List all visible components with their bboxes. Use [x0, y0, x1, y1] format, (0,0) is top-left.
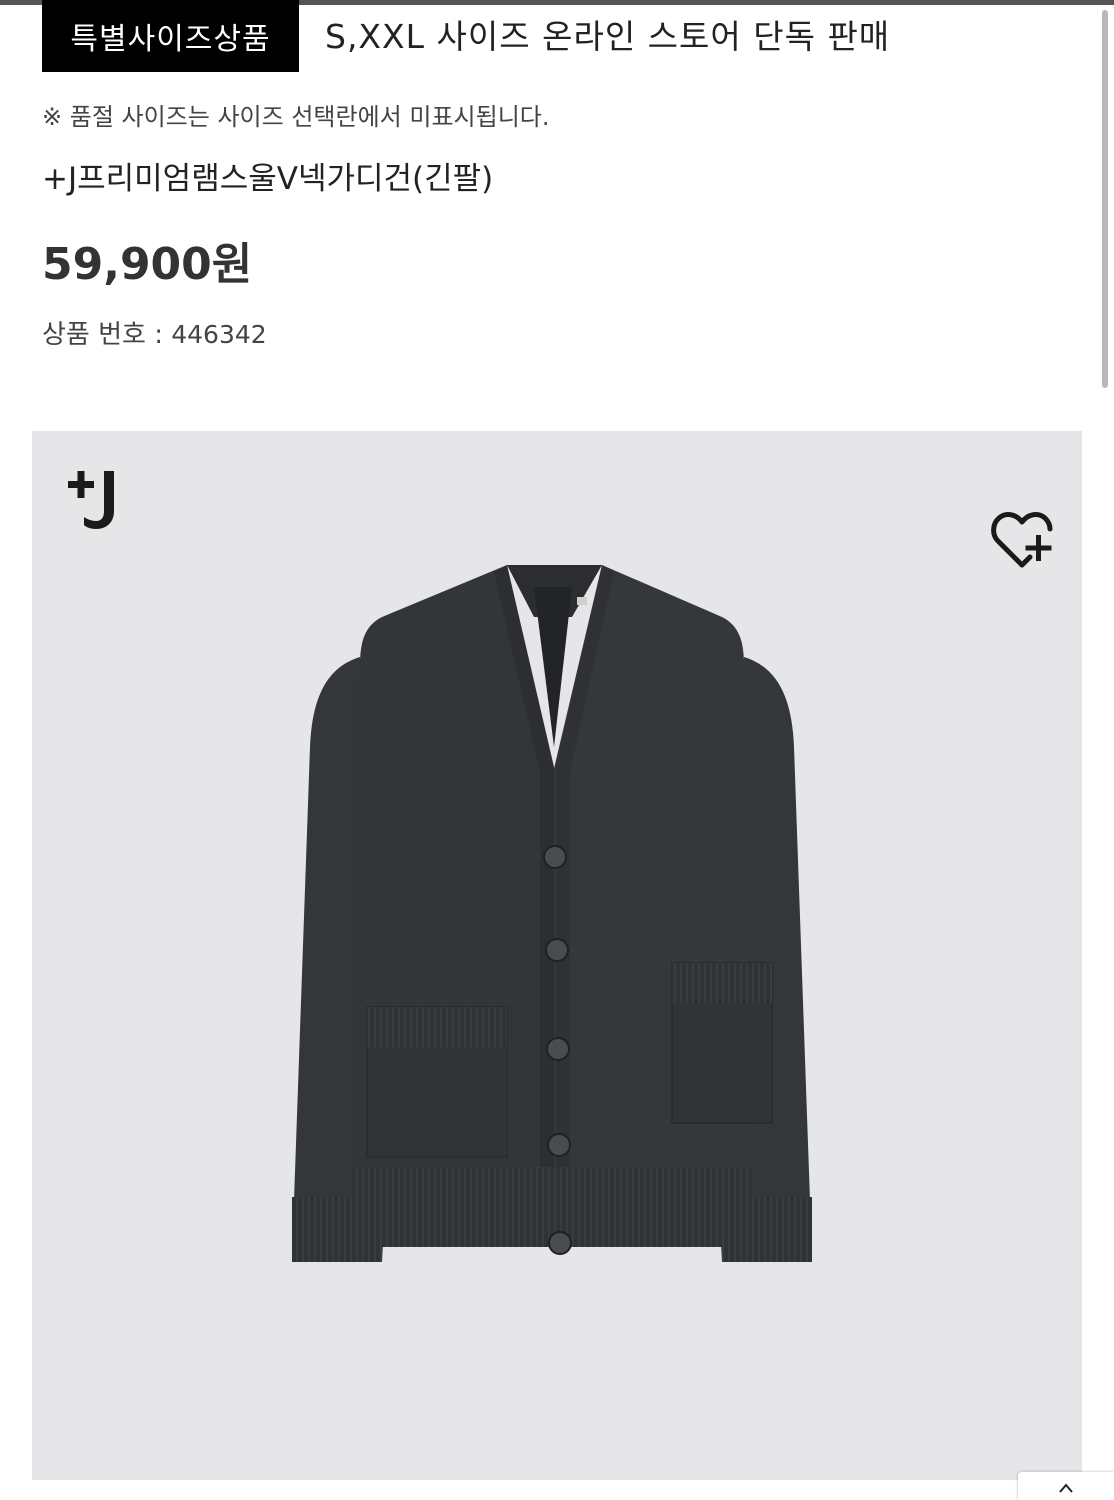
special-size-description: S,XXL 사이즈 온라인 스토어 단독 판매 — [325, 17, 891, 56]
product-title: +J프리미엄램스울V넥가디건(긴팔) — [42, 161, 494, 197]
heart-plus-icon[interactable] — [990, 505, 1058, 573]
special-size-badge: 특별사이즈상품 — [42, 0, 299, 72]
plus-j-logo-icon — [68, 467, 128, 535]
product-code-label: 상품 번호 : — [42, 320, 172, 350]
soldout-size-note: ※ 품절 사이즈는 사이즈 선택란에서 미표시됩니다. — [42, 103, 550, 131]
product-code-value: 446342 — [171, 320, 267, 349]
scroll-to-top-button[interactable] — [1018, 1472, 1114, 1500]
scrollbar-thumb[interactable] — [1102, 10, 1108, 388]
product-code: 상품 번호 : 446342 — [42, 314, 267, 351]
chevron-up-icon — [1059, 1483, 1073, 1493]
product-image[interactable] — [272, 557, 832, 1351]
product-price: 59,900원 — [42, 239, 253, 290]
product-image-panel — [32, 431, 1082, 1480]
